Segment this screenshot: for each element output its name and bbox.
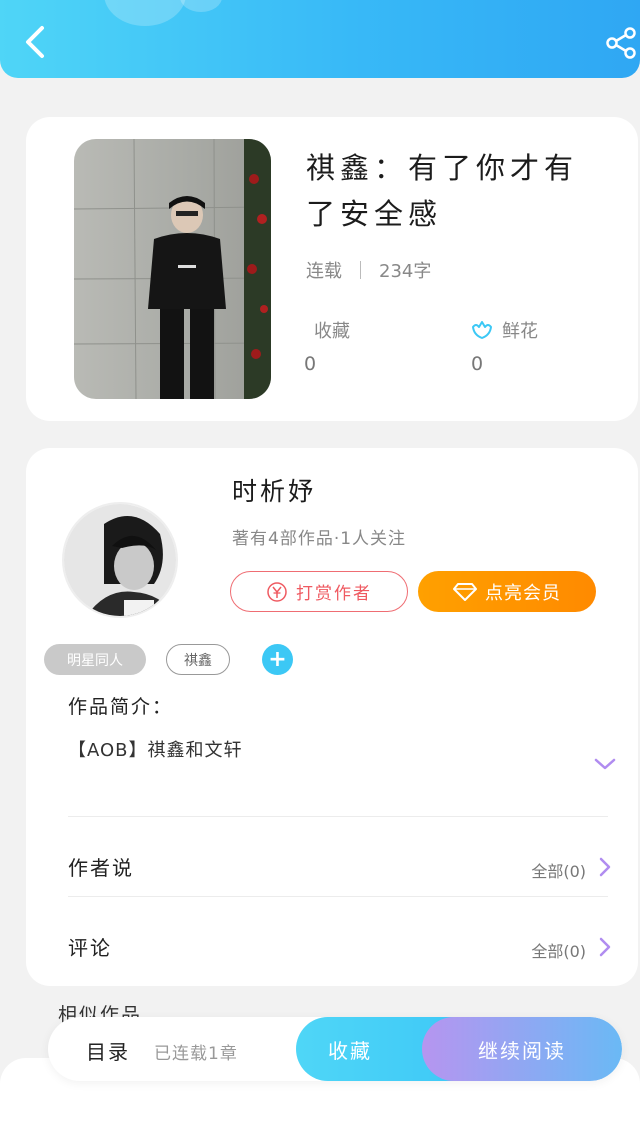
author-says-row[interactable]: 作者说 全部(0): [26, 828, 638, 898]
favorites-count: 0: [304, 353, 317, 375]
vip-button[interactable]: 点亮会员: [418, 571, 596, 612]
book-status: 连载: [306, 261, 342, 282]
tag-category[interactable]: 明星同人: [44, 644, 146, 675]
back-arrow-icon: [26, 26, 44, 58]
flowers-label: 鲜花: [502, 321, 538, 342]
add-tag-button[interactable]: +: [262, 644, 293, 675]
book-info-card: 祺鑫：有了你才有了安全感 连载 234字 收藏 0 鲜花 0: [26, 117, 638, 421]
meta-divider: [360, 261, 361, 279]
plus-icon: +: [268, 647, 287, 672]
divider: [68, 816, 608, 817]
reward-author-button[interactable]: 打赏作者: [230, 571, 408, 612]
flowers-stat[interactable]: 鲜花: [470, 317, 538, 343]
intro-text: 【AOB】祺鑫和文轩: [68, 740, 243, 761]
author-stats: 著有4部作品·1人关注: [232, 529, 407, 549]
table-of-contents-button[interactable]: 目录: [86, 1036, 130, 1065]
chevron-down-icon: [594, 758, 616, 770]
continue-reading-label: 继续阅读: [478, 1038, 566, 1063]
comments-row[interactable]: 评论 全部(0): [26, 908, 638, 978]
favorites-stat: 收藏: [314, 317, 350, 343]
back-button[interactable]: [20, 22, 54, 62]
author-name[interactable]: 时析妤: [232, 472, 316, 508]
divider: [68, 896, 608, 897]
reward-author-label: 打赏作者: [296, 584, 372, 604]
book-meta: 连载 234字: [306, 257, 431, 283]
flower-icon: [472, 321, 492, 339]
comments-all-link[interactable]: 全部(0): [531, 938, 586, 962]
top-header: [0, 0, 640, 78]
book-cover-image[interactable]: [74, 139, 271, 399]
author-avatar[interactable]: [62, 502, 178, 618]
serial-status: 已连载1章: [154, 1044, 238, 1064]
chevron-right-icon: [599, 937, 611, 957]
favorites-label: 收藏: [314, 321, 350, 342]
tag-keyword[interactable]: 祺鑫: [166, 644, 230, 675]
share-icon: [606, 27, 636, 59]
comments-label: 评论: [68, 936, 112, 960]
collect-label: 收藏: [328, 1038, 372, 1063]
vip-label: 点亮会员: [485, 582, 561, 604]
author-says-label: 作者说: [68, 856, 134, 880]
diamond-icon: [453, 582, 477, 601]
expand-intro-button[interactable]: [592, 754, 618, 774]
author-says-all-link[interactable]: 全部(0): [531, 858, 586, 882]
continue-reading-button[interactable]: 继续阅读: [422, 1017, 622, 1081]
book-word-count: 234字: [379, 261, 432, 282]
header-decoration: [104, 0, 186, 26]
yen-icon: [267, 581, 287, 602]
share-button[interactable]: [604, 26, 638, 60]
header-decoration-small: [180, 0, 222, 12]
bottom-action-bar: 目录 已连载1章 收藏 继续阅读: [48, 1017, 622, 1081]
book-title: 祺鑫：有了你才有了安全感: [306, 151, 579, 231]
intro-label: 作品简介：: [68, 696, 174, 718]
author-card: 时析妤 著有4部作品·1人关注 打赏作者 点亮会员 明星同人 祺鑫 + 作品简介…: [26, 448, 638, 986]
chevron-right-icon: [599, 857, 611, 877]
flowers-count: 0: [471, 353, 484, 375]
